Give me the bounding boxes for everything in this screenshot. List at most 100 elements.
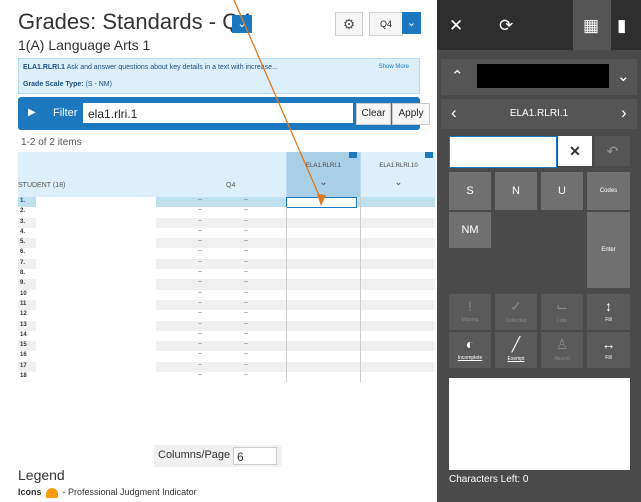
table-row[interactable]: 7. -- --	[18, 258, 436, 270]
table-row[interactable]: 4. -- --	[18, 227, 436, 239]
table-row[interactable]: 5. -- --	[18, 238, 436, 249]
score-cell[interactable]	[360, 207, 436, 218]
chevron-right-icon[interactable]: ›	[621, 103, 627, 123]
student-name-cell[interactable]	[36, 351, 156, 362]
absent-button[interactable]: ♙ Absent	[541, 332, 583, 368]
score-cell[interactable]	[360, 279, 436, 290]
table-row[interactable]: 12 -- --	[18, 310, 436, 321]
student-header[interactable]: STUDENT (18)	[18, 182, 65, 189]
table-row[interactable]: 18 -- --	[18, 372, 436, 383]
missing-button[interactable]: ! Missing	[449, 294, 491, 330]
fill-vertical-button[interactable]: ↕ Fill	[587, 294, 630, 330]
table-row[interactable]: 17 -- --	[18, 361, 436, 373]
student-name-cell[interactable]	[36, 310, 156, 321]
table-row[interactable]: 10 -- --	[18, 289, 436, 300]
student-name-cell[interactable]	[36, 341, 156, 352]
key-n[interactable]: N	[495, 172, 537, 210]
student-name-cell[interactable]	[36, 289, 156, 300]
student-name-cell[interactable]	[36, 258, 156, 270]
key-nm[interactable]: NM	[449, 212, 491, 248]
undo-button[interactable]: ↶	[595, 136, 630, 166]
table-row[interactable]: 16 -- --	[18, 351, 436, 362]
score-cell[interactable]	[286, 320, 360, 331]
exempt-button[interactable]: ╱ Exempt	[495, 332, 537, 368]
clear-score-button[interactable]: ✕	[558, 136, 592, 166]
score-cell[interactable]	[360, 248, 436, 259]
score-cell[interactable]	[360, 258, 436, 270]
student-name-cell[interactable]	[36, 248, 156, 259]
score-cell[interactable]	[286, 330, 360, 342]
score-cell[interactable]	[286, 238, 360, 249]
score-cell[interactable]	[360, 289, 436, 300]
key-s[interactable]: S	[449, 172, 491, 210]
score-cell[interactable]	[286, 351, 360, 362]
show-more-link[interactable]: Show More	[379, 64, 409, 70]
comment-icon[interactable]: ▮	[617, 16, 626, 36]
table-row[interactable]: 1. -- --	[18, 197, 435, 208]
chevron-down-icon[interactable]: ⌄	[617, 67, 630, 85]
score-cell[interactable]	[286, 269, 360, 280]
codes-button[interactable]: Codes	[587, 172, 630, 210]
student-name-cell[interactable]	[36, 330, 156, 342]
table-row[interactable]: 11 -- --	[18, 299, 436, 311]
score-cell[interactable]	[286, 289, 360, 300]
score-cell[interactable]	[360, 238, 436, 249]
table-row[interactable]: 8. -- --	[18, 269, 436, 280]
term-dropdown-button[interactable]: ⌄	[402, 12, 421, 34]
score-cell[interactable]	[286, 310, 360, 321]
score-cell[interactable]	[360, 320, 436, 331]
apply-button[interactable]: Apply	[392, 103, 430, 125]
score-cell[interactable]	[360, 299, 436, 311]
standard-column-header[interactable]: ELA1.RLRI.10 ⌄	[360, 152, 436, 197]
score-cell[interactable]	[286, 361, 360, 373]
fill-horizontal-button[interactable]: ↔ Fill	[587, 332, 630, 368]
clear-button[interactable]: Clear	[356, 103, 391, 125]
student-name-cell[interactable]	[36, 207, 156, 218]
incomplete-button[interactable]: ◐ Incomplete	[449, 332, 491, 368]
score-cell[interactable]	[286, 341, 360, 352]
score-cell[interactable]	[360, 341, 436, 352]
table-row[interactable]: 15 -- --	[18, 341, 436, 352]
score-cell[interactable]	[360, 310, 436, 321]
calculator-tab[interactable]: ▦	[573, 0, 611, 50]
score-cell[interactable]	[360, 330, 436, 342]
table-row[interactable]: 14 -- --	[18, 330, 436, 342]
score-cell[interactable]	[286, 372, 360, 383]
table-row[interactable]: 9. -- --	[18, 279, 436, 290]
score-cell[interactable]	[360, 372, 436, 383]
score-cell[interactable]	[286, 299, 360, 311]
score-cell[interactable]	[360, 269, 436, 280]
score-cell[interactable]	[360, 351, 436, 362]
key-u[interactable]: U	[541, 172, 583, 210]
score-cell[interactable]	[286, 217, 360, 228]
filter-input[interactable]: ela1.rlri.1	[83, 103, 353, 123]
settings-button[interactable]: ⚙	[335, 12, 363, 36]
student-name-cell[interactable]	[36, 361, 156, 373]
student-name-cell[interactable]	[36, 320, 156, 331]
expand-filter-icon[interactable]: ▶	[28, 107, 36, 118]
score-cell[interactable]	[286, 207, 360, 218]
comment-textarea[interactable]	[449, 378, 630, 470]
score-cell[interactable]	[286, 248, 360, 259]
collected-button[interactable]: ✓ Collected	[495, 294, 537, 330]
standard-column-header[interactable]: ELA1.RLRI.1 ⌄	[286, 152, 360, 197]
enter-button[interactable]: Enter	[587, 212, 630, 288]
score-cell[interactable]	[360, 361, 436, 373]
score-cell[interactable]	[360, 217, 436, 228]
student-name-cell[interactable]	[36, 217, 156, 228]
student-name-cell[interactable]	[36, 227, 156, 239]
student-name-cell[interactable]	[36, 279, 156, 290]
score-cell[interactable]	[286, 279, 360, 290]
late-button[interactable]: ⌙ Late	[541, 294, 583, 330]
trend-icon[interactable]: ⟳	[499, 16, 513, 36]
chevron-down-icon[interactable]: ⌄	[361, 177, 436, 188]
close-icon[interactable]: ✕	[449, 16, 463, 36]
chevron-down-icon[interactable]: ⌄	[287, 177, 360, 188]
columns-per-page-input[interactable]: 6	[233, 447, 277, 465]
student-name-cell[interactable]	[36, 269, 156, 280]
score-cell[interactable]	[360, 227, 436, 239]
table-row[interactable]: 2. -- --	[18, 207, 436, 218]
student-name-cell[interactable]	[36, 299, 156, 311]
student-name-cell[interactable]	[36, 197, 156, 208]
title-dropdown-button[interactable]: ⌄	[232, 15, 252, 33]
